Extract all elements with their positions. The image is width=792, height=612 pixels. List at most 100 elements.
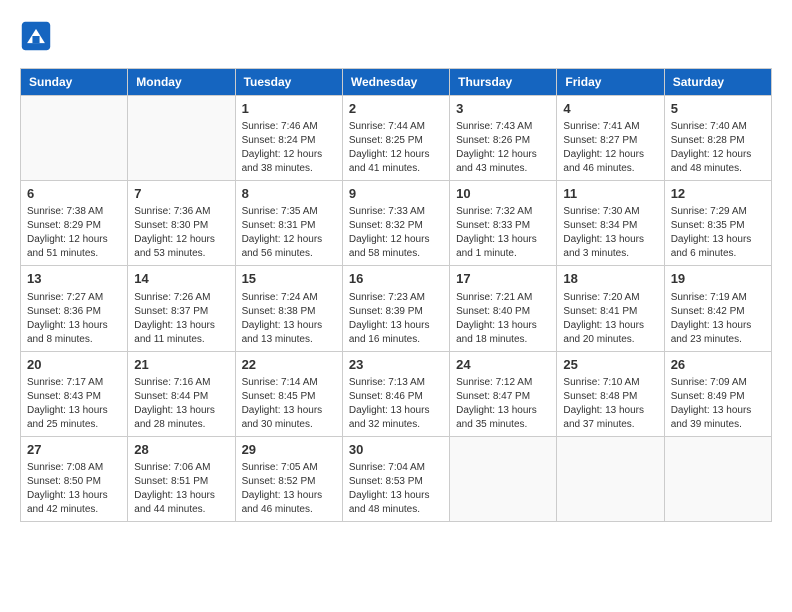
calendar-cell: 1 Sunrise: 7:46 AM Sunset: 8:24 PM Daylig… <box>235 96 342 181</box>
day-number: 2 <box>349 100 443 118</box>
calendar-cell: 22 Sunrise: 7:14 AM Sunset: 8:45 PM Dayli… <box>235 351 342 436</box>
day-info: Sunrise: 7:09 AM Sunset: 8:49 PM Dayligh… <box>671 376 765 432</box>
day-number: 17 <box>456 270 550 288</box>
day-number: 18 <box>563 270 657 288</box>
day-info: Sunrise: 7:13 AM Sunset: 8:46 PM Dayligh… <box>349 376 443 432</box>
day-number: 25 <box>563 356 657 374</box>
calendar-cell: 24Sunrise: 7:12 AM Sunset: 8:47 PM Dayli… <box>450 351 557 436</box>
calendar-week-row: 6 Sunrise: 7:38 AM Sunset: 8:29 PM Daylig… <box>21 181 772 266</box>
calendar-cell <box>450 436 557 521</box>
calendar-cell: 8 Sunrise: 7:35 AM Sunset: 8:31 PM Daylig… <box>235 181 342 266</box>
calendar-cell: 13 Sunrise: 7:27 AM Sunset: 8:36 PM Dayli… <box>21 266 128 351</box>
calendar-cell: 11 Sunrise: 7:30 AM Sunset: 8:34 PM Dayli… <box>557 181 664 266</box>
page-header <box>20 20 772 52</box>
day-number: 10 <box>456 185 550 203</box>
calendar-cell: 26 Sunrise: 7:09 AM Sunset: 8:49 PM Dayli… <box>664 351 771 436</box>
calendar-cell: 12Sunrise: 7:29 AM Sunset: 8:35 PM Dayli… <box>664 181 771 266</box>
day-number: 27 <box>27 441 121 459</box>
day-number: 20 <box>27 356 121 374</box>
day-info: Sunrise: 7:44 AM Sunset: 8:25 PM Dayligh… <box>349 120 443 176</box>
day-number: 9 <box>349 185 443 203</box>
calendar-cell <box>664 436 771 521</box>
day-info: Sunrise: 7:04 AM Sunset: 8:53 PM Dayligh… <box>349 461 443 517</box>
calendar-week-row: 20 Sunrise: 7:17 AM Sunset: 8:43 PM Dayli… <box>21 351 772 436</box>
day-number: 21 <box>134 356 228 374</box>
day-info: Sunrise: 7:43 AM Sunset: 8:26 PM Dayligh… <box>456 120 550 176</box>
day-info: Sunrise: 7:20 AM Sunset: 8:41 PM Dayligh… <box>563 291 657 347</box>
day-info: Sunrise: 7:30 AM Sunset: 8:34 PM Dayligh… <box>563 205 657 261</box>
day-number: 28 <box>134 441 228 459</box>
day-number: 24 <box>456 356 550 374</box>
day-info: Sunrise: 7:05 AM Sunset: 8:52 PM Dayligh… <box>242 461 336 517</box>
day-info: Sunrise: 7:40 AM Sunset: 8:28 PM Dayligh… <box>671 120 765 176</box>
calendar-cell: 20 Sunrise: 7:17 AM Sunset: 8:43 PM Dayli… <box>21 351 128 436</box>
day-info: Sunrise: 7:26 AM Sunset: 8:37 PM Dayligh… <box>134 291 228 347</box>
day-info: Sunrise: 7:35 AM Sunset: 8:31 PM Dayligh… <box>242 205 336 261</box>
day-number: 16 <box>349 270 443 288</box>
dow-header: Monday <box>128 69 235 96</box>
dow-header: Wednesday <box>342 69 449 96</box>
calendar-cell: 30 Sunrise: 7:04 AM Sunset: 8:53 PM Dayli… <box>342 436 449 521</box>
day-number: 23 <box>349 356 443 374</box>
day-info: Sunrise: 7:41 AM Sunset: 8:27 PM Dayligh… <box>563 120 657 176</box>
day-info: Sunrise: 7:27 AM Sunset: 8:36 PM Dayligh… <box>27 291 121 347</box>
calendar-cell: 25 Sunrise: 7:10 AM Sunset: 8:48 PM Dayli… <box>557 351 664 436</box>
calendar-week-row: 1 Sunrise: 7:46 AM Sunset: 8:24 PM Daylig… <box>21 96 772 181</box>
calendar-cell: 6 Sunrise: 7:38 AM Sunset: 8:29 PM Daylig… <box>21 181 128 266</box>
day-number: 13 <box>27 270 121 288</box>
day-number: 22 <box>242 356 336 374</box>
day-info: Sunrise: 7:23 AM Sunset: 8:39 PM Dayligh… <box>349 291 443 347</box>
calendar-cell: 29 Sunrise: 7:05 AM Sunset: 8:52 PM Dayli… <box>235 436 342 521</box>
day-info: Sunrise: 7:29 AM Sunset: 8:35 PM Dayligh… <box>671 205 765 261</box>
calendar-cell: 27Sunrise: 7:08 AM Sunset: 8:50 PM Dayli… <box>21 436 128 521</box>
day-info: Sunrise: 7:24 AM Sunset: 8:38 PM Dayligh… <box>242 291 336 347</box>
day-of-week-row: SundayMondayTuesdayWednesdayThursdayFrid… <box>21 69 772 96</box>
day-info: Sunrise: 7:21 AM Sunset: 8:40 PM Dayligh… <box>456 291 550 347</box>
logo <box>20 20 56 52</box>
calendar-week-row: 27Sunrise: 7:08 AM Sunset: 8:50 PM Dayli… <box>21 436 772 521</box>
day-info: Sunrise: 7:17 AM Sunset: 8:43 PM Dayligh… <box>27 376 121 432</box>
dow-header: Saturday <box>664 69 771 96</box>
calendar-cell <box>21 96 128 181</box>
dow-header: Tuesday <box>235 69 342 96</box>
calendar-cell: 10 Sunrise: 7:32 AM Sunset: 8:33 PM Dayli… <box>450 181 557 266</box>
day-info: Sunrise: 7:38 AM Sunset: 8:29 PM Dayligh… <box>27 205 121 261</box>
calendar-cell: 21 Sunrise: 7:16 AM Sunset: 8:44 PM Dayli… <box>128 351 235 436</box>
day-info: Sunrise: 7:10 AM Sunset: 8:48 PM Dayligh… <box>563 376 657 432</box>
day-number: 7 <box>134 185 228 203</box>
day-number: 6 <box>27 185 121 203</box>
calendar-table: SundayMondayTuesdayWednesdayThursdayFrid… <box>20 68 772 522</box>
calendar-cell: 17 Sunrise: 7:21 AM Sunset: 8:40 PM Dayli… <box>450 266 557 351</box>
day-info: Sunrise: 7:32 AM Sunset: 8:33 PM Dayligh… <box>456 205 550 261</box>
day-number: 19 <box>671 270 765 288</box>
day-number: 11 <box>563 185 657 203</box>
day-number: 30 <box>349 441 443 459</box>
calendar-cell <box>557 436 664 521</box>
day-number: 4 <box>563 100 657 118</box>
day-number: 8 <box>242 185 336 203</box>
day-info: Sunrise: 7:06 AM Sunset: 8:51 PM Dayligh… <box>134 461 228 517</box>
day-info: Sunrise: 7:19 AM Sunset: 8:42 PM Dayligh… <box>671 291 765 347</box>
day-info: Sunrise: 7:16 AM Sunset: 8:44 PM Dayligh… <box>134 376 228 432</box>
calendar-cell: 16 Sunrise: 7:23 AM Sunset: 8:39 PM Dayli… <box>342 266 449 351</box>
calendar-cell: 9 Sunrise: 7:33 AM Sunset: 8:32 PM Daylig… <box>342 181 449 266</box>
calendar-cell: 7 Sunrise: 7:36 AM Sunset: 8:30 PM Daylig… <box>128 181 235 266</box>
calendar-cell: 3 Sunrise: 7:43 AM Sunset: 8:26 PM Daylig… <box>450 96 557 181</box>
calendar-body: 1 Sunrise: 7:46 AM Sunset: 8:24 PM Daylig… <box>21 96 772 522</box>
day-number: 1 <box>242 100 336 118</box>
calendar-week-row: 13 Sunrise: 7:27 AM Sunset: 8:36 PM Dayli… <box>21 266 772 351</box>
day-info: Sunrise: 7:36 AM Sunset: 8:30 PM Dayligh… <box>134 205 228 261</box>
calendar-cell: 23 Sunrise: 7:13 AM Sunset: 8:46 PM Dayli… <box>342 351 449 436</box>
day-info: Sunrise: 7:14 AM Sunset: 8:45 PM Dayligh… <box>242 376 336 432</box>
day-number: 3 <box>456 100 550 118</box>
calendar-cell: 18 Sunrise: 7:20 AM Sunset: 8:41 PM Dayli… <box>557 266 664 351</box>
day-info: Sunrise: 7:33 AM Sunset: 8:32 PM Dayligh… <box>349 205 443 261</box>
day-number: 29 <box>242 441 336 459</box>
calendar-cell: 19 Sunrise: 7:19 AM Sunset: 8:42 PM Dayli… <box>664 266 771 351</box>
day-number: 26 <box>671 356 765 374</box>
calendar-cell: 15Sunrise: 7:24 AM Sunset: 8:38 PM Dayli… <box>235 266 342 351</box>
dow-header: Sunday <box>21 69 128 96</box>
dow-header: Friday <box>557 69 664 96</box>
day-info: Sunrise: 7:46 AM Sunset: 8:24 PM Dayligh… <box>242 120 336 176</box>
calendar-cell: 2 Sunrise: 7:44 AM Sunset: 8:25 PM Daylig… <box>342 96 449 181</box>
